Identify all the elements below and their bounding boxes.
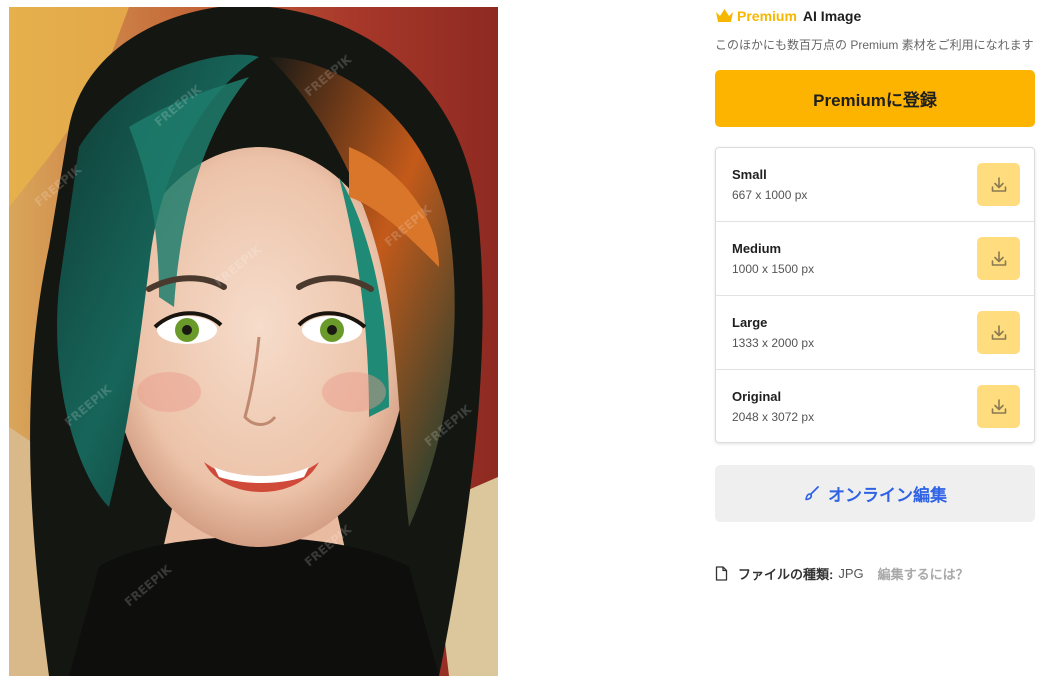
download-size-list: Small 667 x 1000 px Medium 1000 x 1500 p…: [715, 147, 1035, 443]
brush-icon: [805, 486, 819, 501]
file-icon: [715, 565, 728, 581]
size-name: Small: [732, 167, 767, 182]
how-to-edit-link[interactable]: 編集するには？: [878, 564, 969, 583]
size-dimensions: 2048 x 3072 px: [732, 410, 815, 424]
crown-icon: [716, 9, 733, 22]
portrait-illustration: FREEPIK FREEPIK FREEPIK FREEPIK FREEPIK …: [9, 7, 498, 676]
size-option-large[interactable]: Large 1333 x 2000 px: [716, 296, 1034, 370]
asset-type-label: AI Image: [802, 8, 862, 24]
file-type-info: ファイルの種類: JPG 編集するには？: [715, 564, 969, 582]
size-name: Original: [732, 389, 782, 404]
size-dimensions: 1000 x 1500 px: [732, 262, 815, 276]
premium-label: Premium: [737, 8, 797, 24]
size-option-small[interactable]: Small 667 x 1000 px: [716, 148, 1034, 222]
file-type-value: JPG: [838, 565, 864, 581]
size-dimensions: 667 x 1000 px: [732, 188, 808, 202]
edit-online-button[interactable]: オンライン編集: [715, 465, 1035, 522]
size-name: Large: [732, 315, 768, 330]
file-type-label: ファイルの種類:: [738, 566, 834, 582]
edit-online-label: オンライン編集: [828, 486, 947, 505]
premium-subtitle: このほかにも数百万点の Premium 素材をご利用になれます: [715, 38, 1034, 52]
size-option-original[interactable]: Original 2048 x 3072 px: [716, 370, 1034, 443]
page: FREEPIK FREEPIK FREEPIK FREEPIK FREEPIK …: [0, 0, 1045, 676]
download-button[interactable]: [977, 385, 1020, 428]
download-icon: [991, 176, 1006, 192]
download-icon: [991, 250, 1006, 266]
size-name: Medium: [732, 241, 782, 256]
image-preview[interactable]: FREEPIK FREEPIK FREEPIK FREEPIK FREEPIK …: [9, 7, 498, 676]
size-dimensions: 1333 x 2000 px: [732, 336, 815, 350]
download-icon: [991, 398, 1006, 414]
download-icon: [991, 324, 1006, 340]
download-button[interactable]: [977, 311, 1020, 354]
download-button[interactable]: [977, 163, 1020, 206]
download-button[interactable]: [977, 237, 1020, 280]
subscribe-premium-button[interactable]: Premiumに登録: [715, 70, 1035, 127]
premium-header: Premium AI Image: [715, 6, 861, 26]
size-option-medium[interactable]: Medium 1000 x 1500 px: [716, 222, 1034, 296]
